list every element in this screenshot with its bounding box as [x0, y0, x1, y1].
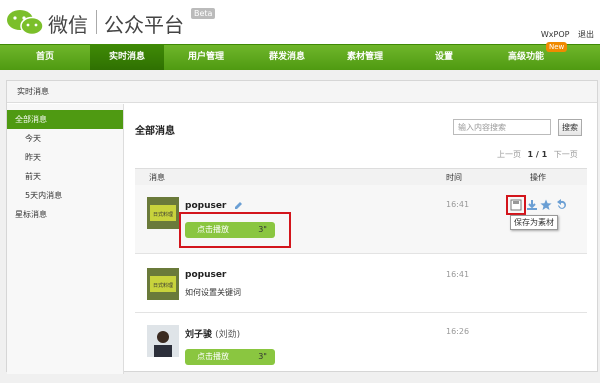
sender-name[interactable]: popuser: [185, 270, 226, 280]
column-message: 消息: [149, 173, 165, 182]
logo-divider: [96, 10, 97, 34]
avatar-text: 日式料理: [153, 211, 173, 218]
nav-mass-messaging[interactable]: 群发消息: [248, 45, 326, 70]
main-nav: 首页 实时消息 用户管理 群发消息 素材管理 设置 高级功能: [0, 44, 600, 70]
highlight-box: [506, 195, 526, 215]
nav-home[interactable]: 首页: [0, 45, 90, 70]
header: 微信 公众平台 Beta WxPOP 退出: [0, 0, 600, 44]
sidebar-item-today[interactable]: 今天: [7, 129, 123, 148]
sender-name[interactable]: popuser: [185, 200, 244, 211]
table-row: 刘子骏 (刘劲) 点击播放 3" 16:26: [135, 313, 587, 383]
sender-name[interactable]: 刘子骏 (刘劲): [185, 327, 240, 340]
sidebar-item-all-messages[interactable]: 全部消息: [7, 110, 123, 129]
avatar: [147, 325, 179, 357]
new-badge: New: [546, 42, 568, 52]
nav-settings[interactable]: 设置: [404, 45, 484, 70]
nav-realtime-messages[interactable]: 实时消息: [90, 45, 164, 70]
wechat-logo-icon: [7, 10, 44, 36]
message-time: 16:41: [446, 270, 470, 279]
user-name-link[interactable]: WxPOP: [541, 30, 570, 39]
prev-page-link[interactable]: 上一页: [497, 150, 521, 159]
next-page-link[interactable]: 下一页: [554, 150, 578, 159]
table-header: 消息 时间 操作: [135, 168, 587, 186]
main-content: 全部消息 输入内容搜索 搜索 上一页 1 / 1 下一页 消息 时间 操作 日式…: [135, 104, 590, 374]
page-title: 全部消息: [135, 126, 175, 137]
search-input[interactable]: 输入内容搜索: [453, 119, 551, 135]
sidebar: 全部消息 今天 昨天 前天 5天内消息 星标消息: [7, 104, 124, 374]
sidebar-item-starred[interactable]: 星标消息: [7, 205, 123, 224]
user-links: WxPOP 退出: [535, 29, 594, 40]
avatar: 日式料理: [147, 197, 179, 229]
logo-text: 微信: [48, 13, 88, 37]
highlight-box: [179, 212, 291, 248]
message-time: 16:26: [446, 327, 470, 336]
save-tooltip: 保存为素材: [510, 215, 558, 230]
pencil-icon[interactable]: [233, 200, 244, 211]
sidebar-item-day-before[interactable]: 前天: [7, 167, 123, 186]
logo-subtitle: 公众平台: [104, 13, 184, 37]
voice-label: 点击播放: [197, 352, 229, 361]
search-button[interactable]: 搜索: [558, 119, 582, 136]
nav-material-management[interactable]: 素材管理: [326, 45, 404, 70]
nav-user-management[interactable]: 用户管理: [164, 45, 248, 70]
pager: 上一页 1 / 1 下一页: [497, 149, 578, 160]
star-icon[interactable]: [540, 199, 552, 211]
column-time: 时间: [446, 173, 462, 182]
sender-alias: (刘劲): [215, 330, 241, 340]
beta-badge: Beta: [191, 8, 216, 19]
voice-duration: 3": [258, 352, 267, 361]
download-icon[interactable]: [526, 199, 538, 211]
sidebar-item-yesterday[interactable]: 昨天: [7, 148, 123, 167]
message-time: 16:41: [446, 200, 470, 209]
logout-link[interactable]: 退出: [578, 30, 594, 39]
avatar-text: 日式料理: [153, 282, 173, 289]
breadcrumb: 实时消息: [7, 81, 597, 103]
voice-play-button[interactable]: 点击播放 3": [185, 349, 275, 365]
page-indicator: 1 / 1: [527, 150, 548, 159]
avatar: 日式料理: [147, 268, 179, 300]
column-action: 操作: [530, 173, 546, 182]
sidebar-item-five-days[interactable]: 5天内消息: [7, 186, 123, 205]
reply-icon[interactable]: [555, 199, 567, 211]
message-text: 如何设置关键词: [185, 288, 241, 297]
table-row: 日式料理 popuser 如何设置关键词 16:41: [135, 254, 587, 313]
